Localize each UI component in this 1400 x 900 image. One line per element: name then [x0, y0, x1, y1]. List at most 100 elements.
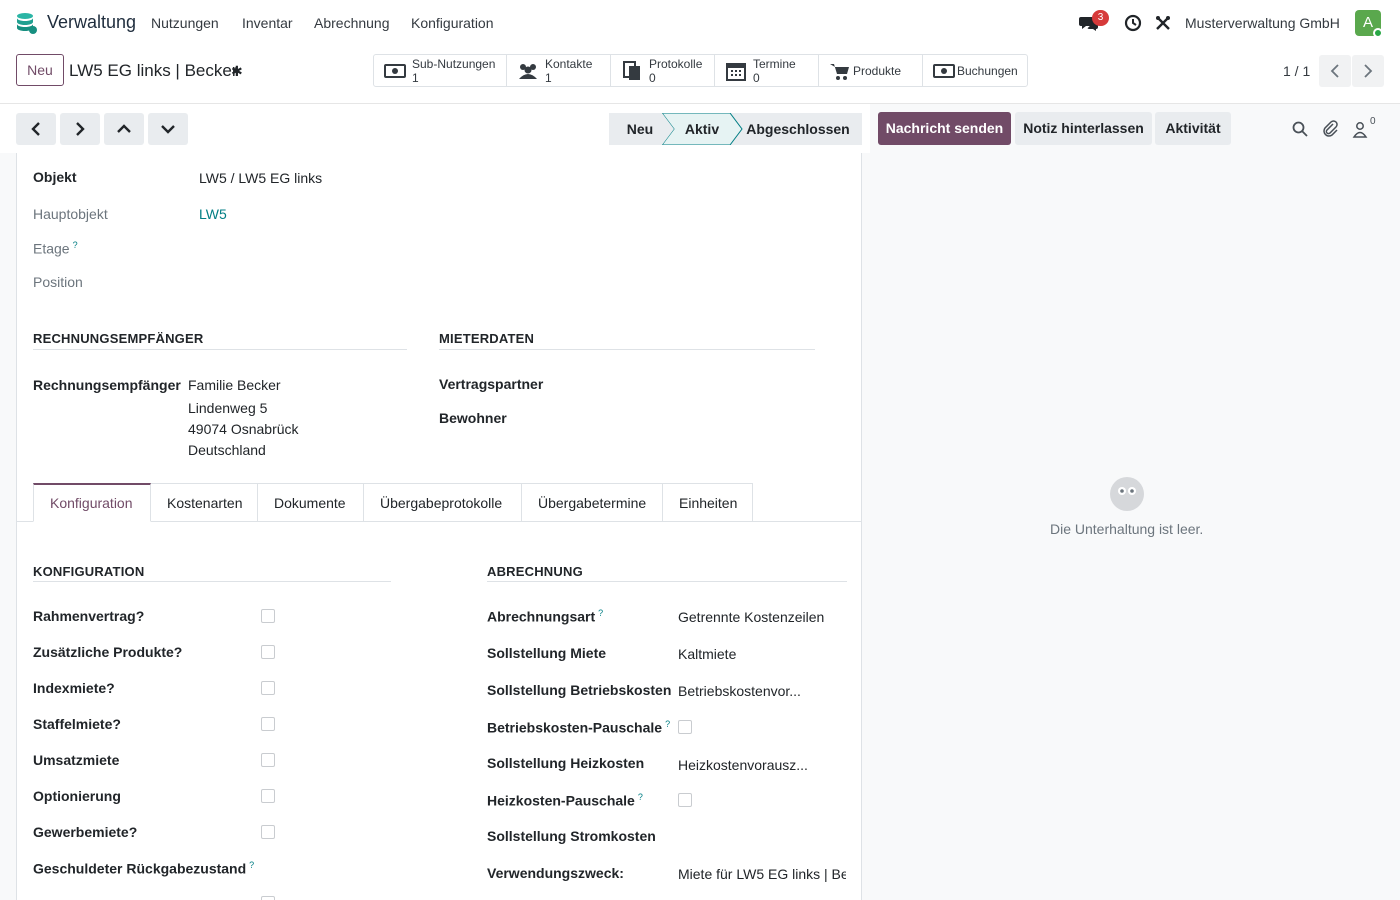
paperclip-icon[interactable]	[1321, 120, 1339, 138]
chevron-left-icon	[1330, 64, 1339, 78]
tab-uebergabeprotokolle[interactable]: Übergabeprotokolle	[364, 483, 522, 522]
help-tooltip-icon[interactable]: ?	[598, 608, 603, 618]
follower-count: 0	[1370, 116, 1376, 127]
hauptobjekt-label: Hauptobjekt	[33, 206, 108, 222]
tools-icon[interactable]	[1152, 12, 1174, 34]
staffelmiete-checkbox[interactable]	[261, 717, 275, 731]
menu-abrechnung[interactable]: Abrechnung	[314, 15, 390, 31]
status-step-neu[interactable]: Neu	[609, 113, 671, 145]
section-divider	[33, 349, 407, 350]
tab-einheiten[interactable]: Einheiten	[663, 483, 753, 522]
field-label-text: Geschuldeter Rückgabezustand	[33, 860, 247, 877]
gewerbemiete-checkbox[interactable]	[261, 825, 275, 839]
follower-icon[interactable]	[1352, 120, 1370, 138]
files-icon	[623, 61, 640, 80]
smart-label: Protokolle	[649, 57, 703, 71]
smart-value: 1	[412, 71, 419, 85]
help-tooltip-icon[interactable]: ?	[249, 860, 254, 870]
app-brand[interactable]: Verwaltung	[47, 12, 136, 33]
smart-label: Buchungen	[957, 64, 1018, 78]
form-background	[862, 104, 870, 900]
field-label: Abrechnungsart?	[487, 608, 603, 625]
tab-kostenarten[interactable]: Kostenarten	[151, 483, 258, 522]
record-nav-previous-button[interactable]	[16, 113, 56, 145]
smart-button-produkte[interactable]: Produkte	[819, 55, 923, 86]
tab-uebergabetermine[interactable]: Übergabetermine	[522, 483, 663, 522]
sollstellung-betriebskosten-value[interactable]: Betriebskostenvor...	[678, 683, 801, 699]
status-step-abgeschlossen[interactable]: Abgeschlossen	[743, 113, 853, 145]
company-switcher[interactable]: Musterverwaltung GmbH	[1185, 15, 1340, 31]
gear-icon[interactable]: ✱	[231, 63, 243, 80]
chevron-right-icon	[1364, 64, 1373, 78]
rahmenvertrag-checkbox[interactable]	[261, 609, 275, 623]
record-nav-down-button[interactable]	[148, 113, 188, 145]
field-label: Verwendungszweck:	[487, 865, 624, 881]
tab-dokumente[interactable]: Dokumente	[258, 483, 364, 522]
sollstellung-heizkosten-value[interactable]: Heizkostenvorausz...	[678, 757, 808, 773]
field-label: Optionierung	[33, 788, 121, 804]
online-status-dot	[1373, 28, 1383, 38]
record-nav-up-button[interactable]	[104, 113, 144, 145]
field-label: Gewerbemiete?	[33, 824, 138, 840]
menu-nutzungen[interactable]: Nutzungen	[151, 15, 219, 31]
optionierung-checkbox[interactable]	[261, 789, 275, 803]
app-database-icon[interactable]	[14, 11, 38, 35]
tab-konfiguration[interactable]: Konfiguration	[33, 483, 151, 522]
sollstellung-miete-value[interactable]: Kaltmiete	[678, 646, 736, 662]
help-tooltip-icon[interactable]: ?	[638, 792, 643, 802]
face-icon	[1118, 487, 1136, 495]
address-line: Familie Becker	[188, 377, 281, 393]
abrechnungsart-value[interactable]: Getrennte Kostenzeilen	[678, 609, 824, 625]
betriebskosten-pauschale-checkbox[interactable]	[678, 720, 692, 734]
empty-conversation-icon	[1110, 477, 1144, 511]
pager-next-button[interactable]	[1352, 55, 1384, 87]
notebook-tabs: Konfiguration Kostenarten Dokumente Über…	[33, 483, 753, 522]
heizkosten-pauschale-checkbox[interactable]	[678, 793, 692, 807]
smart-button-kontakte[interactable]: Kontakte 1	[507, 55, 611, 86]
umsatzmiete-checkbox[interactable]	[261, 753, 275, 767]
field-label: Indexmiete?	[33, 680, 115, 696]
smart-button-termine[interactable]: Termine 0	[715, 55, 819, 86]
pager-value[interactable]: 1 / 1	[1283, 63, 1310, 79]
users-icon	[519, 64, 537, 79]
record-nav-next-button[interactable]	[60, 113, 100, 145]
send-message-button[interactable]: Nachricht senden	[878, 112, 1011, 145]
section-title-abrechnung: ABRECHNUNG	[487, 564, 583, 579]
smart-button-buchungen[interactable]: Buchungen	[923, 55, 1027, 86]
clock-icon[interactable]	[1122, 12, 1144, 34]
verwendungszweck-value[interactable]: Miete für LW5 EG links | Be	[678, 866, 846, 882]
chevron-down-icon	[161, 125, 175, 134]
status-step-aktiv[interactable]: Aktiv	[671, 113, 733, 145]
smart-button-sub-nutzungen[interactable]: Sub-Nutzungen 1	[374, 55, 507, 86]
search-icon[interactable]	[1291, 120, 1309, 138]
menu-inventar[interactable]: Inventar	[242, 15, 293, 31]
section-divider	[487, 581, 847, 582]
indexmiete-checkbox[interactable]	[261, 681, 275, 695]
calendar-icon	[726, 63, 746, 81]
address-line: Lindenweg 5	[188, 400, 268, 416]
smart-value: 0	[649, 71, 656, 85]
help-tooltip-icon[interactable]: ?	[73, 240, 78, 250]
help-tooltip-icon[interactable]: ?	[665, 719, 670, 729]
smart-button-protokolle[interactable]: Protokolle 0	[611, 55, 715, 86]
rueckgabezustand-checkbox[interactable]	[261, 896, 275, 900]
section-title-konfiguration: KONFIGURATION	[33, 564, 145, 579]
smart-label: Sub-Nutzungen	[412, 57, 496, 71]
field-label: Sollstellung Miete	[487, 645, 607, 661]
chevron-left-icon	[31, 122, 40, 136]
log-note-button[interactable]: Notiz hinterlassen	[1015, 112, 1152, 145]
message-count-badge: 3	[1092, 10, 1109, 26]
zusaetzliche-produkte-checkbox[interactable]	[261, 645, 275, 659]
new-record-button[interactable]: Neu	[16, 54, 64, 86]
menu-konfiguration[interactable]: Konfiguration	[411, 15, 494, 31]
etage-label: Etage?	[33, 240, 78, 257]
hauptobjekt-link[interactable]: LW5	[199, 206, 227, 222]
pager-previous-button[interactable]	[1319, 55, 1351, 87]
smart-value: 1	[545, 71, 552, 85]
empty-conversation-text: Die Unterhaltung ist leer.	[1050, 521, 1204, 537]
objekt-value: LW5 / LW5 EG links	[199, 170, 323, 186]
form-sheet	[16, 153, 862, 900]
activity-button[interactable]: Aktivität	[1155, 112, 1231, 145]
vertragspartner-label: Vertragspartner	[439, 376, 544, 392]
bewohner-label: Bewohner	[439, 410, 507, 426]
